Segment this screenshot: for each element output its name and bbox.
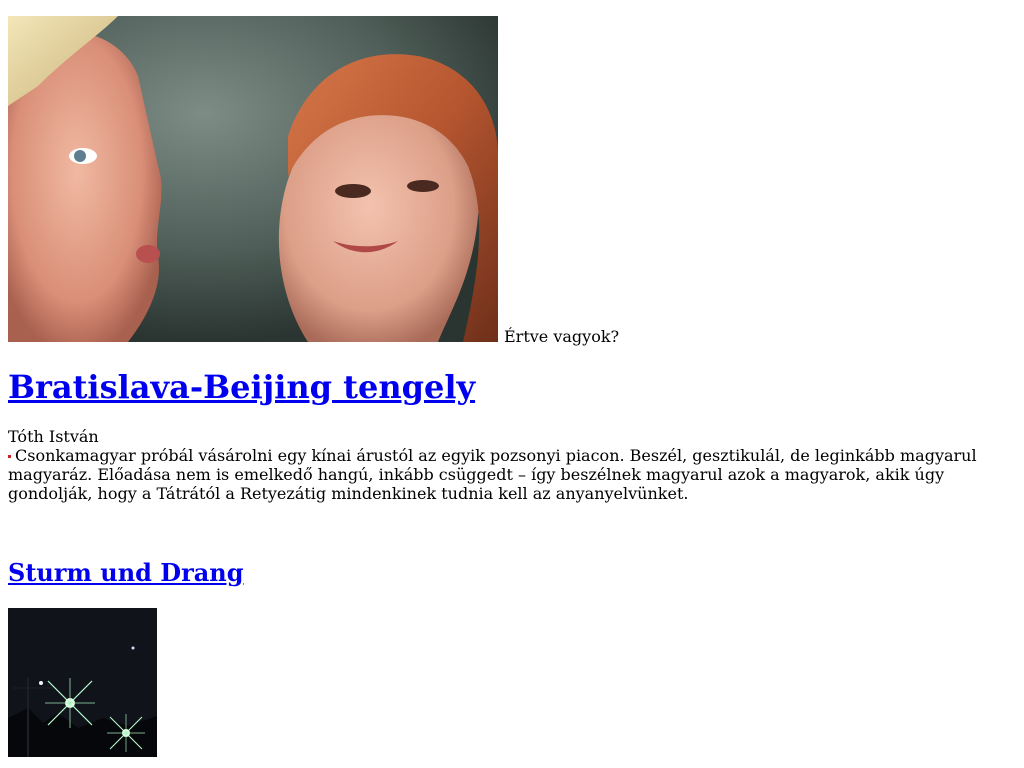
article-title: Bratislava-Beijing tengely — [8, 368, 475, 406]
article-title-link[interactable]: Bratislava-Beijing tengely — [8, 368, 475, 406]
star-flare-icon — [45, 678, 95, 728]
article-lead-text: Csonkamagyar próbál vásárolni egy kínai … — [8, 446, 977, 503]
hero-photo — [8, 16, 498, 342]
hero-section: Értve vagyok? — [8, 16, 1008, 346]
second-article-title-link[interactable]: Sturm und Drang — [8, 558, 244, 587]
page: Értve vagyok? Bratislava-Beijing tengely… — [8, 16, 1008, 757]
article-author: Tóth István — [8, 427, 99, 446]
second-article-thumbnail[interactable] — [8, 608, 157, 757]
hero-caption: Értve vagyok? — [504, 327, 620, 346]
article-lead: Csonkamagyar próbál vásárolni egy kínai … — [8, 446, 998, 503]
bullet-icon — [8, 455, 11, 458]
second-article-title: Sturm und Drang — [8, 558, 244, 588]
star-flare-icon — [107, 714, 145, 752]
